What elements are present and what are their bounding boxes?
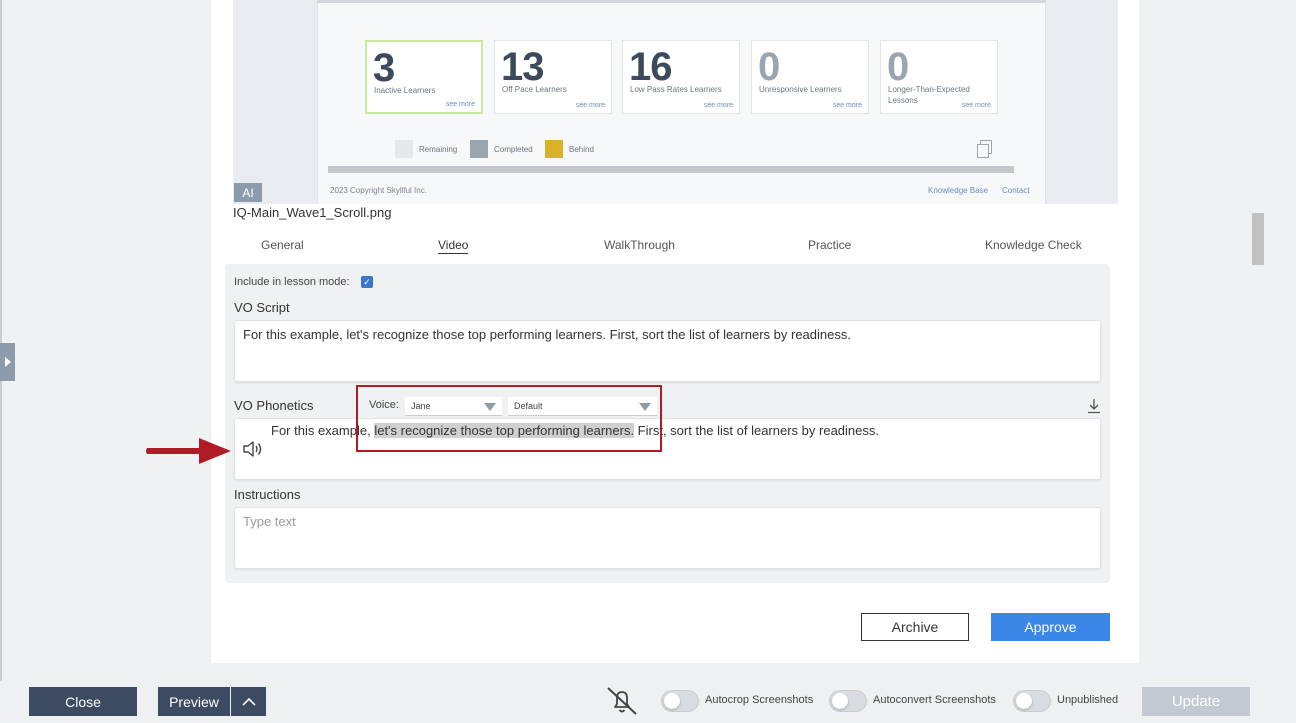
tab-practice[interactable]: Practice: [808, 238, 851, 252]
highlight-box: [356, 385, 662, 452]
unpublished-toggle[interactable]: [1013, 690, 1051, 712]
instructions-label: Instructions: [234, 487, 301, 502]
tab-general[interactable]: General: [261, 238, 304, 252]
close-button[interactable]: Close: [29, 687, 137, 716]
update-button[interactable]: Update: [1142, 687, 1250, 716]
screenshot-filename: IQ-Main_Wave1_Scroll.png: [233, 205, 392, 220]
legend-remaining: Remaining: [395, 140, 457, 158]
include-in-lesson-label: Include in lesson mode:: [234, 276, 350, 288]
preview-button[interactable]: Preview: [158, 687, 230, 716]
speaker-icon[interactable]: [242, 440, 264, 458]
side-panel-toggle[interactable]: [0, 343, 15, 381]
include-in-lesson-checkbox[interactable]: ✓: [361, 276, 373, 288]
stat-card-longer-lessons: 0 Longer-Than-Expected Lessons see more: [880, 40, 998, 114]
legend-label: Behind: [569, 144, 594, 154]
see-more-link: see more: [575, 102, 605, 109]
vo-script-label: VO Script: [234, 300, 290, 315]
legend-swatch: [395, 140, 413, 158]
legend-swatch: [470, 140, 488, 158]
instructions-placeholder: Type text: [243, 514, 296, 529]
see-more-link: see more: [445, 101, 475, 108]
unpublished-label: Unpublished: [1057, 694, 1119, 706]
legend-swatch: [545, 140, 563, 158]
instructions-textarea[interactable]: Type text: [234, 507, 1101, 569]
legend-label: Completed: [494, 144, 533, 154]
screenshot-copyright: 2023 Copyright Skyllful Inc.: [330, 186, 427, 195]
scrollbar-thumb[interactable]: [1252, 213, 1264, 265]
vo-script-textarea[interactable]: For this example, let's recognize those …: [234, 320, 1101, 382]
tab-video[interactable]: Video: [438, 238, 469, 254]
autocrop-toggle[interactable]: [661, 690, 699, 712]
screenshot-scrollbar: [328, 166, 1014, 173]
stat-label: Off Pace Learners: [502, 85, 567, 94]
stat-card-unresponsive: 0 Unresponsive Learners see more: [751, 40, 869, 114]
notifications-off-icon[interactable]: [604, 686, 640, 716]
archive-button[interactable]: Archive: [861, 613, 969, 641]
stat-card-off-pace: 13 Off Pace Learners see more: [494, 40, 612, 114]
tab-knowledge-check[interactable]: Knowledge Check: [985, 238, 1082, 252]
preview-menu-button[interactable]: [231, 687, 266, 716]
stat-label: Unresponsive Learners: [759, 85, 842, 94]
see-more-link: see more: [703, 102, 733, 109]
tab-walkthrough[interactable]: WalkThrough: [604, 238, 675, 252]
approve-button[interactable]: Approve: [991, 613, 1110, 641]
page-scrollbar[interactable]: [1250, 0, 1268, 681]
pointer-arrow-icon: [146, 438, 231, 464]
see-more-link: see more: [832, 102, 862, 109]
legend-label: Remaining: [419, 144, 458, 154]
screenshot-topbar: [317, 0, 1046, 3]
autocrop-label: Autocrop Screenshots: [705, 694, 814, 706]
legend-completed: Completed: [470, 140, 533, 158]
autoconvert-toggle[interactable]: [829, 690, 867, 712]
see-more-link: see more: [961, 102, 991, 109]
autoconvert-label: Autoconvert Screenshots: [873, 694, 996, 706]
knowledge-base-link: Knowledge Base: [928, 186, 989, 195]
download-icon[interactable]: [1087, 398, 1101, 414]
copy-icon: [977, 140, 992, 158]
contact-link: Contact: [1002, 186, 1030, 195]
ai-badge: AI: [234, 183, 262, 202]
stat-card-low-pass: 16 Low Pass Rates Learners see more: [622, 40, 740, 114]
vo-script-text: For this example, let's recognize those …: [243, 327, 851, 342]
stat-card-inactive: 3 Inactive Learners see more: [365, 40, 483, 114]
vo-phonetics-label: VO Phonetics: [234, 398, 314, 413]
phonetics-text-after: First, sort the list of learners by read…: [634, 423, 879, 438]
legend-behind: Behind: [545, 140, 594, 158]
chevron-up-icon: [241, 697, 256, 706]
stat-label: Low Pass Rates Learners: [630, 85, 722, 94]
stat-label: Inactive Learners: [374, 86, 436, 95]
